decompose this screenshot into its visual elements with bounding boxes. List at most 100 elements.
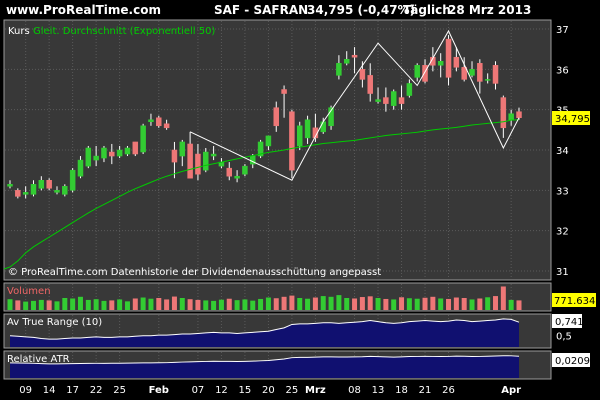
volume-bar [414,298,420,310]
candle-body [437,61,444,66]
x-tick-label: 25 [113,385,126,396]
candle-body [234,175,240,179]
candle-body [226,167,233,177]
candle-body [304,119,311,139]
volume-bar [446,298,452,310]
quote-change: 34,795 (-0,47%) [307,3,415,17]
volume-bar [234,300,240,310]
volume-bar [70,298,76,310]
x-tick-label: Apr [501,385,521,396]
volume-bar [242,299,248,310]
volume-bar [453,297,459,310]
volume-bar [461,298,467,310]
candle-body [148,119,154,123]
candle-body [7,184,13,187]
volume-bar [399,297,405,310]
volume-bar [438,298,444,310]
candle-body [15,190,21,197]
volume-bar [23,301,29,310]
x-tick-label: Mrz [305,385,326,396]
stock-chart: www.ProRealTime.com SAF - SAFRAN 34,795 … [3,3,596,396]
volume-bar [62,298,68,310]
candle-body [375,99,381,102]
volume-bar [124,301,130,310]
candle-body [203,151,209,171]
volume-bar [218,299,224,310]
relative-atr-last-label: 0,0209 [555,356,590,367]
price-tick-label: 32 [556,227,569,238]
candle-body [93,155,99,161]
volume-bar [140,297,146,310]
x-tick-label: Feb [149,385,169,396]
volume-bar [477,298,483,310]
candle-body [492,65,499,84]
volume-bar [187,299,193,310]
volume-bar [101,300,107,310]
volume-bar [211,300,217,310]
volume-last-label: 771.634 [554,296,595,307]
volume-bar [30,300,36,310]
volume-bar [469,299,475,310]
candle-body [163,123,170,129]
candle-body [414,65,420,78]
volume-bar [258,298,264,310]
x-tick-label: 21 [419,385,432,396]
volume-bar [77,296,83,310]
period-label: Täglich [403,3,451,17]
candle-body [289,111,295,171]
candle-body [484,79,491,81]
candle-body [406,83,413,96]
candle-body [273,107,279,127]
volume-bar [203,300,209,310]
candle-body [469,69,475,76]
volume-bar [281,296,287,310]
candle-body [265,135,272,147]
candle-body [109,151,115,157]
volume-bar [305,298,311,310]
volume-bar [7,299,13,310]
volume-bar [250,300,256,310]
price-tick-label: 34 [556,146,569,157]
relative-atr-title: Relative ATR [7,354,70,365]
x-tick-label: 13 [372,385,385,396]
candle-body [367,75,373,94]
volume-bar [359,297,365,310]
price-last-label: 34,795 [555,114,590,125]
price-tick-label: 33 [556,186,569,197]
volume-bar [352,298,358,310]
volume-bar [320,296,326,310]
candle-body [445,38,452,78]
site-name[interactable]: www.ProRealTime.com [6,3,161,17]
volume-bar [383,298,389,310]
volume-bar [422,297,428,310]
candle-body [296,125,303,147]
volume-bar [38,299,44,310]
candle-body [38,180,45,189]
volume-bar [391,299,397,310]
candle-body [343,59,350,64]
x-tick-label: 18 [395,385,408,396]
symbol-name: SAF - SAFRAN [214,3,308,17]
volume-bar [312,297,318,310]
candle-body [500,97,507,129]
volume-bar [156,298,162,310]
price-tick-label: 31 [556,267,569,278]
volume-bar [171,296,177,310]
x-tick-label: 22 [90,385,103,396]
candle-body [477,63,483,82]
price-tick-label: 37 [556,25,569,36]
candle-body [351,54,358,58]
volume-bar [273,298,279,310]
x-tick-label: 07 [192,385,205,396]
volume-bar [289,295,295,310]
candle-body [179,141,186,157]
volume-bar [406,298,412,310]
legend-ema: Gleit. Durchschnitt (Exponentiell 50) [33,26,215,37]
volume-bar [336,295,342,310]
candle-body [140,125,146,153]
candle-body [242,165,248,175]
x-tick-label: 14 [43,385,56,396]
volume-bar [493,296,499,310]
volume-bar [328,296,334,310]
candle-body [30,184,37,195]
